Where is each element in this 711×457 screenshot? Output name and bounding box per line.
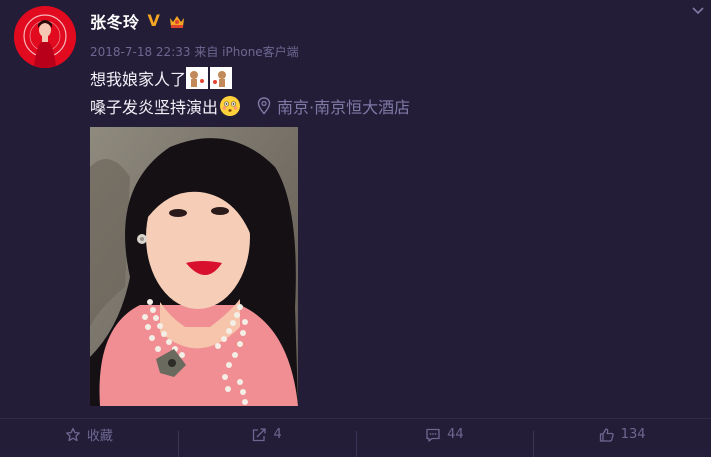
- location-pin-icon: [257, 97, 271, 115]
- emoji-icon: [210, 67, 233, 89]
- post-meta: 2018-7-18 22:33 来自 iPhone客户端: [90, 43, 299, 60]
- author-row: 张冬玲 V: [90, 10, 186, 32]
- action-bar: 收藏 4 44 134: [0, 419, 711, 457]
- thumbs-up-icon: [599, 427, 614, 442]
- post-text-line-1: 想我娘家人了: [90, 66, 233, 90]
- flushed-face-icon: [220, 96, 241, 116]
- avatar-image: [14, 6, 76, 68]
- star-icon: [65, 427, 80, 441]
- post-text-1: 想我娘家人了: [90, 70, 187, 89]
- post-source[interactable]: iPhone客户端: [222, 45, 299, 59]
- post-text-line-2: 嗓子发炎坚持演出 南京·南京恒大酒店: [90, 94, 410, 118]
- post-text-2: 嗓子发炎坚持演出: [90, 98, 219, 117]
- post-time[interactable]: 2018-7-18 22:33: [90, 45, 191, 59]
- comment-button[interactable]: 44: [355, 419, 534, 457]
- emoji-icon: [186, 67, 209, 89]
- repost-count: 4: [273, 427, 282, 442]
- share-arrow-icon: [253, 427, 267, 441]
- location-link[interactable]: 南京·南京恒大酒店: [277, 94, 410, 118]
- post-photo[interactable]: [90, 127, 298, 406]
- comment-bubble-icon: [426, 428, 440, 442]
- weibo-post-card: 张冬玲 V 2018-7-18 22:33 来自 iPhone客户端 想我娘家人…: [0, 0, 711, 457]
- favorite-button[interactable]: 收藏: [0, 419, 178, 450]
- chevron-down-icon[interactable]: [691, 6, 705, 16]
- like-count: 134: [620, 427, 646, 442]
- crown-icon[interactable]: [168, 13, 186, 29]
- avatar[interactable]: [14, 6, 76, 68]
- comment-count: 44: [447, 427, 464, 442]
- verified-v-icon[interactable]: V: [148, 13, 160, 29]
- like-button[interactable]: 134: [533, 419, 711, 457]
- repost-button[interactable]: 4: [177, 419, 356, 457]
- photo-image: [90, 127, 298, 406]
- username[interactable]: 张冬玲: [90, 9, 140, 33]
- favorite-label: 收藏: [86, 429, 113, 444]
- source-prefix: 来自: [194, 45, 219, 59]
